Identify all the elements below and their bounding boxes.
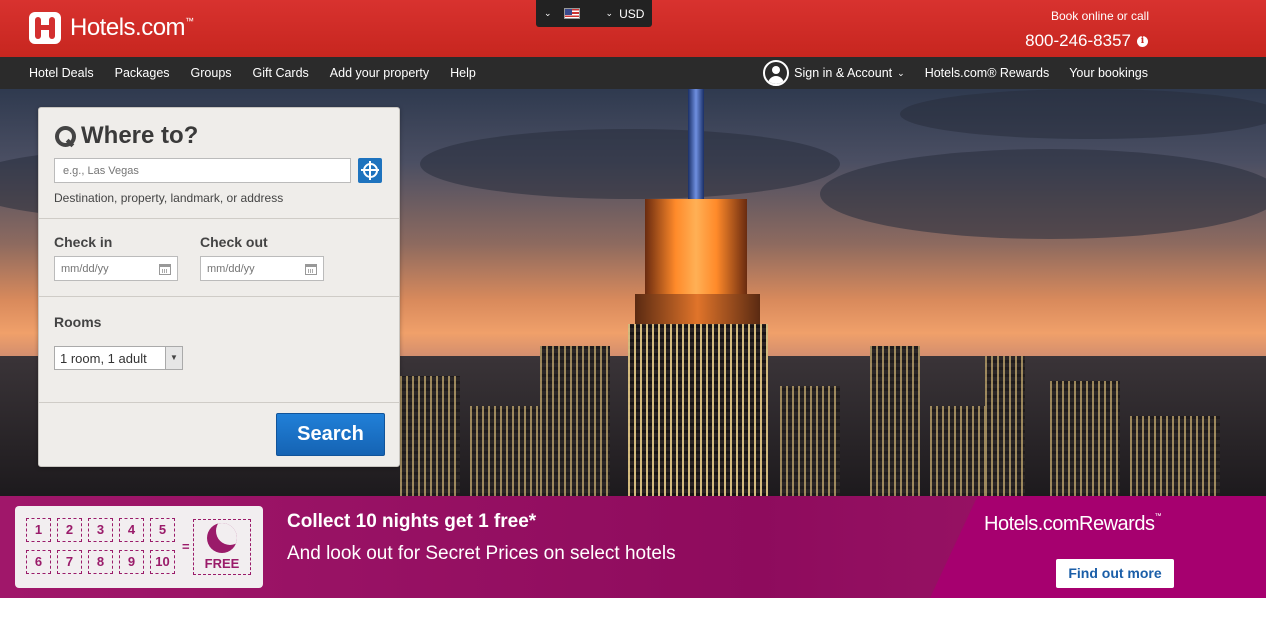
nav-add-property[interactable]: Add your property bbox=[330, 66, 429, 80]
rooms-select[interactable]: 1 room, 1 adult ▼ bbox=[54, 346, 183, 370]
building bbox=[470, 406, 540, 496]
nights-card: 1 2 3 4 5 6 7 8 9 10 = FREE bbox=[15, 506, 263, 588]
us-flag-icon bbox=[563, 8, 580, 19]
night-cell: 2 bbox=[57, 518, 82, 542]
rooms-value: 1 room, 1 adult bbox=[60, 351, 147, 366]
nav-help[interactable]: Help bbox=[450, 66, 476, 80]
night-cell: 7 bbox=[57, 550, 82, 574]
calendar-icon[interactable] bbox=[159, 264, 171, 275]
nav-groups[interactable]: Groups bbox=[191, 66, 232, 80]
brand-name: Hotels.com™ bbox=[70, 14, 194, 41]
chevron-down-icon[interactable]: ▼ bbox=[165, 347, 182, 369]
building bbox=[1050, 381, 1120, 496]
building bbox=[870, 346, 920, 496]
night-cell: 6 bbox=[26, 550, 51, 574]
night-cell: 10 bbox=[150, 550, 175, 574]
building-top bbox=[645, 199, 747, 294]
book-online-label: Book online or call bbox=[1050, 9, 1149, 23]
nav-links: Hotel Deals Packages Groups Gift Cards A… bbox=[29, 57, 497, 89]
moon-icon bbox=[207, 523, 237, 553]
free-label: FREE bbox=[204, 556, 240, 571]
chevron-down-icon: ⌄ bbox=[605, 8, 614, 18]
night-cell: 4 bbox=[119, 518, 144, 542]
search-icon bbox=[54, 125, 76, 147]
cloud bbox=[820, 149, 1266, 239]
hotels-logo[interactable]: Hotels.com™ bbox=[28, 10, 194, 46]
currency-selector[interactable]: ⌄ ⌄ USD bbox=[536, 0, 652, 27]
building bbox=[400, 376, 460, 496]
night-cell: 1 bbox=[26, 518, 51, 542]
cloud bbox=[420, 129, 840, 199]
currency-code: USD bbox=[619, 6, 645, 21]
rewards-link[interactable]: Hotels.com® Rewards bbox=[925, 66, 1050, 80]
equals-sign: = bbox=[182, 539, 190, 554]
night-cell: 3 bbox=[88, 518, 113, 542]
divider bbox=[39, 402, 399, 403]
rooms-label: Rooms bbox=[54, 314, 102, 330]
building bbox=[780, 386, 840, 496]
building bbox=[540, 346, 610, 496]
building-setback bbox=[635, 294, 760, 324]
phone-number[interactable]: 800-246-8357 i bbox=[1025, 31, 1148, 51]
rewards-subline: And look out for Secret Prices on select… bbox=[287, 543, 676, 564]
account-nav: Sign in & Account ⌄ Hotels.com® Rewards … bbox=[763, 57, 1148, 89]
destination-help: Destination, property, landmark, or addr… bbox=[54, 191, 284, 205]
rewards-logo: Hotels.comRewards™ bbox=[984, 513, 1161, 535]
free-night-box: FREE bbox=[193, 519, 251, 575]
checkout-label: Check out bbox=[200, 234, 268, 250]
hotels-logo-icon bbox=[29, 12, 61, 44]
nav-hotel-deals[interactable]: Hotel Deals bbox=[29, 66, 94, 80]
search-widget: Where to? Destination, property, landmar… bbox=[38, 107, 400, 467]
building-body bbox=[628, 324, 768, 496]
divider bbox=[39, 296, 399, 297]
top-header: Hotels.com™ ⌄ ⌄ USD Book online or call … bbox=[0, 0, 1266, 57]
night-cell: 9 bbox=[119, 550, 144, 574]
chevron-down-icon: ⌄ bbox=[544, 8, 552, 18]
sign-in-link[interactable]: Sign in & Account bbox=[794, 66, 892, 80]
building bbox=[985, 356, 1025, 496]
main-nav: Hotel Deals Packages Groups Gift Cards A… bbox=[0, 57, 1266, 89]
cloud bbox=[900, 89, 1266, 139]
calendar-icon[interactable] bbox=[305, 264, 317, 275]
chevron-down-icon[interactable]: ⌄ bbox=[897, 68, 905, 79]
destination-input[interactable] bbox=[54, 158, 351, 183]
search-button[interactable]: Search bbox=[276, 413, 385, 456]
building bbox=[1130, 416, 1220, 496]
user-icon[interactable] bbox=[763, 60, 790, 86]
night-cell: 5 bbox=[150, 518, 175, 542]
bookings-link[interactable]: Your bookings bbox=[1069, 66, 1148, 80]
checkin-label: Check in bbox=[54, 234, 113, 250]
info-icon[interactable]: i bbox=[1137, 35, 1148, 47]
where-to-title: Where to? bbox=[81, 122, 199, 149]
rewards-banner: 1 2 3 4 5 6 7 8 9 10 = FREE Collect 10 n… bbox=[0, 496, 1266, 598]
rewards-headline: Collect 10 nights get 1 free* bbox=[287, 511, 537, 532]
nav-packages[interactable]: Packages bbox=[115, 66, 170, 80]
find-out-more-button[interactable]: Find out more bbox=[1056, 559, 1174, 588]
divider bbox=[39, 218, 399, 219]
building-spire bbox=[688, 89, 704, 199]
night-cell: 8 bbox=[88, 550, 113, 574]
nav-gift-cards[interactable]: Gift Cards bbox=[253, 66, 309, 80]
crosshair-icon bbox=[361, 169, 379, 171]
phone-text: 800-246-8357 bbox=[1025, 31, 1131, 50]
where-to-heading: Where to? bbox=[54, 122, 198, 150]
